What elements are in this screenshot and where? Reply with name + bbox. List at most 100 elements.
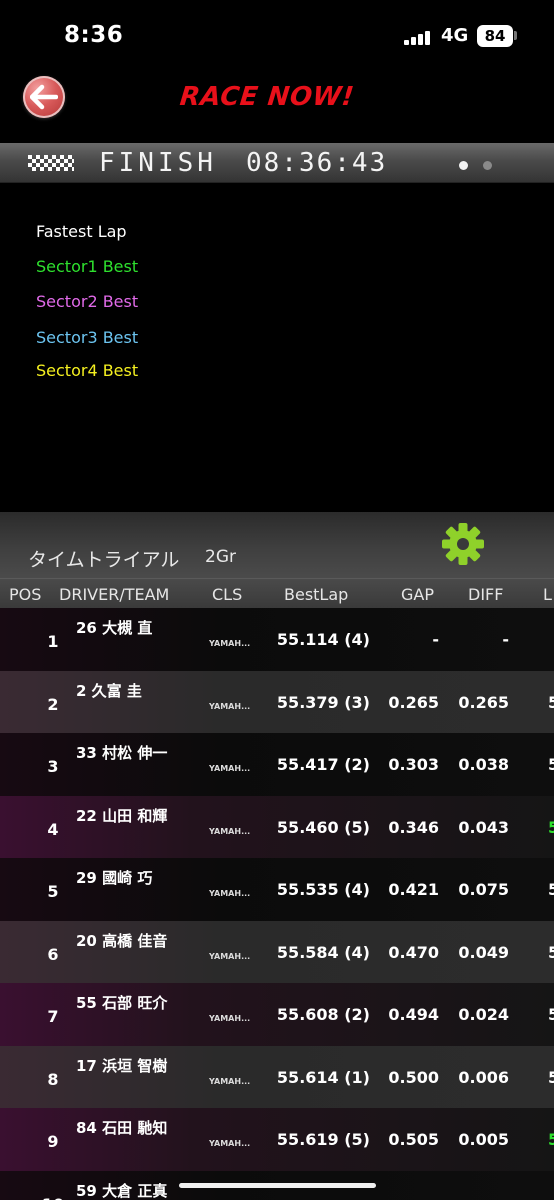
back-button[interactable] (23, 76, 65, 118)
table-row[interactable]: 2 2 久富 圭 YAMAH... 55.379 (3) 0.265 0.265 5 (0, 670, 554, 733)
best-lap-cell: 55.619 (5) (276, 1130, 370, 1149)
page-dot-active[interactable] (459, 161, 468, 170)
table-row[interactable]: 6 20 高橋 佳音 YAMAH... 55.584 (4) 0.470 0.049 5 (0, 920, 554, 983)
legend-fastest-lap: Fastest Lap (36, 222, 127, 241)
laps-cell: 5 (548, 817, 554, 837)
race-now-logo: RACE NOW! (178, 82, 356, 112)
race-state-label: FINISH (99, 148, 217, 178)
home-indicator[interactable] (179, 1183, 376, 1188)
results-table: 1 26 大槻 直 YAMAH... 55.114 (4) - - 2 2 久富 圭 YAMAH… (0, 608, 554, 1200)
status-bar: 8:36 4G 84 (0, 0, 554, 70)
session-title: タイムトライアル (28, 549, 180, 571)
gap-cell: - (432, 630, 439, 649)
table-row[interactable]: 5 29 國崎 巧 YAMAH... 55.535 (4) 0.421 0.075 5 (0, 858, 554, 921)
driver-cell: 2 久富 圭 (76, 681, 142, 700)
laps-cell: 5 (548, 755, 554, 774)
battery-tip (514, 31, 517, 40)
gap-cell: 0.303 (388, 755, 439, 774)
best-lap-cell: 55.114 (4) (276, 630, 370, 649)
table-row[interactable]: 8 17 浜垣 智樹 YAMAH... 55.614 (1) 0.500 0.006 5 (0, 1045, 554, 1108)
class-cell: YAMAH... (209, 951, 251, 961)
race-status-bar: FINISH 08:36:43 (0, 143, 554, 183)
class-cell: YAMAH... (209, 889, 251, 898)
laps-cell: 5 (548, 880, 554, 899)
legend-sector4-best: Sector4 Best (36, 361, 139, 380)
gap-cell: 0.421 (388, 880, 439, 899)
driver-cell: 59 大倉 正真 (76, 1181, 168, 1200)
class-cell: YAMAH... (209, 826, 251, 836)
col-cls[interactable]: CLS (212, 585, 242, 604)
class-cell: YAMAH... (209, 639, 251, 648)
status-time: 8:36 (64, 22, 124, 48)
driver-cell: 20 高橋 佳音 (76, 931, 168, 950)
col-l[interactable]: L (543, 585, 552, 604)
diff-cell: 0.265 (458, 692, 509, 712)
gap-cell: 0.470 (388, 942, 439, 962)
diff-cell: 0.005 (458, 1130, 509, 1149)
class-cell: YAMAH... (209, 701, 251, 711)
laps-cell: 5 (548, 1005, 554, 1024)
col-gap[interactable]: GAP (401, 585, 434, 604)
gear-icon[interactable] (441, 522, 485, 566)
legend-sector2-best: Sector2 Best (36, 292, 139, 311)
position-cell: 8 (47, 1069, 59, 1089)
driver-cell: 84 石田 馳知 (76, 1119, 168, 1137)
legend-sector3-best: Sector3 Best (36, 328, 139, 347)
laps-cell: 5 (548, 692, 554, 712)
best-lap-cell: 55.535 (4) (276, 880, 370, 899)
position-cell: 1 (47, 632, 59, 651)
position-cell: 2 (47, 694, 59, 714)
driver-cell: 17 浜垣 智樹 (76, 1056, 168, 1075)
driver-cell: 26 大槻 直 (76, 619, 153, 637)
best-lap-cell: 55.614 (1) (276, 1067, 370, 1087)
session-group: 2Gr (205, 547, 236, 567)
race-clock: 08:36:43 (246, 148, 388, 178)
table-row[interactable]: 1 26 大槻 直 YAMAH... 55.114 (4) - - (0, 608, 554, 671)
position-cell: 3 (47, 757, 59, 776)
col-driver-team[interactable]: DRIVER/TEAM (59, 585, 169, 604)
col-diff[interactable]: DIFF (468, 585, 503, 604)
legend-sector1-best: Sector1 Best (36, 257, 139, 276)
table-row[interactable]: 3 33 村松 伸一 YAMAH... 55.417 (2) 0.303 0.038 5 (0, 733, 554, 796)
diff-cell: 0.024 (458, 1005, 509, 1024)
best-lap-cell: 55.460 (5) (276, 817, 370, 837)
back-arrow-icon (30, 84, 58, 110)
signal-icon (404, 31, 434, 45)
table-row[interactable]: 9 84 石田 馳知 YAMAH... 55.619 (5) 0.505 0.005 5 (0, 1108, 554, 1171)
class-cell: YAMAH... (209, 1139, 251, 1148)
driver-cell: 33 村松 伸一 (76, 744, 168, 762)
laps-cell: 5 (548, 942, 554, 962)
position-cell: 6 (47, 944, 59, 964)
driver-cell: 22 山田 和輝 (76, 806, 168, 825)
network-type: 4G (441, 25, 469, 46)
position-cell: 10 (40, 1195, 66, 1200)
col-best-lap[interactable]: BestLap (284, 585, 348, 604)
best-lap-cell: 55.417 (2) (276, 755, 370, 774)
gap-cell: 0.500 (388, 1067, 439, 1087)
table-row[interactable]: 7 55 石部 旺介 YAMAH... 55.608 (2) 0.494 0.024 5 (0, 983, 554, 1046)
driver-cell: 55 石部 旺介 (76, 994, 168, 1012)
position-cell: 4 (47, 819, 59, 839)
class-cell: YAMAH... (209, 1014, 251, 1023)
position-cell: 5 (47, 882, 59, 901)
best-lap-cell: 55.584 (4) (276, 942, 370, 962)
gap-cell: 0.494 (388, 1005, 439, 1024)
position-cell: 9 (47, 1132, 59, 1151)
driver-cell: 29 國崎 巧 (76, 869, 153, 887)
gap-cell: 0.346 (388, 817, 439, 837)
battery-icon: 84 (477, 25, 513, 47)
position-cell: 7 (47, 1007, 59, 1026)
gap-cell: 0.505 (388, 1130, 439, 1149)
class-cell: YAMAH... (209, 1076, 251, 1086)
diff-cell: 0.006 (458, 1067, 509, 1087)
table-row[interactable]: 4 22 山田 和輝 YAMAH... 55.460 (5) 0.346 0.043 5 (0, 795, 554, 858)
laps-cell: 5 (548, 1067, 554, 1087)
diff-cell: - (502, 630, 509, 649)
diff-cell: 0.075 (458, 880, 509, 899)
class-cell: YAMAH... (209, 764, 251, 773)
diff-cell: 0.043 (458, 817, 509, 837)
page-dot[interactable] (483, 161, 492, 170)
col-pos[interactable]: POS (9, 585, 41, 604)
best-lap-cell: 55.379 (3) (276, 692, 370, 712)
gap-cell: 0.265 (388, 692, 439, 712)
